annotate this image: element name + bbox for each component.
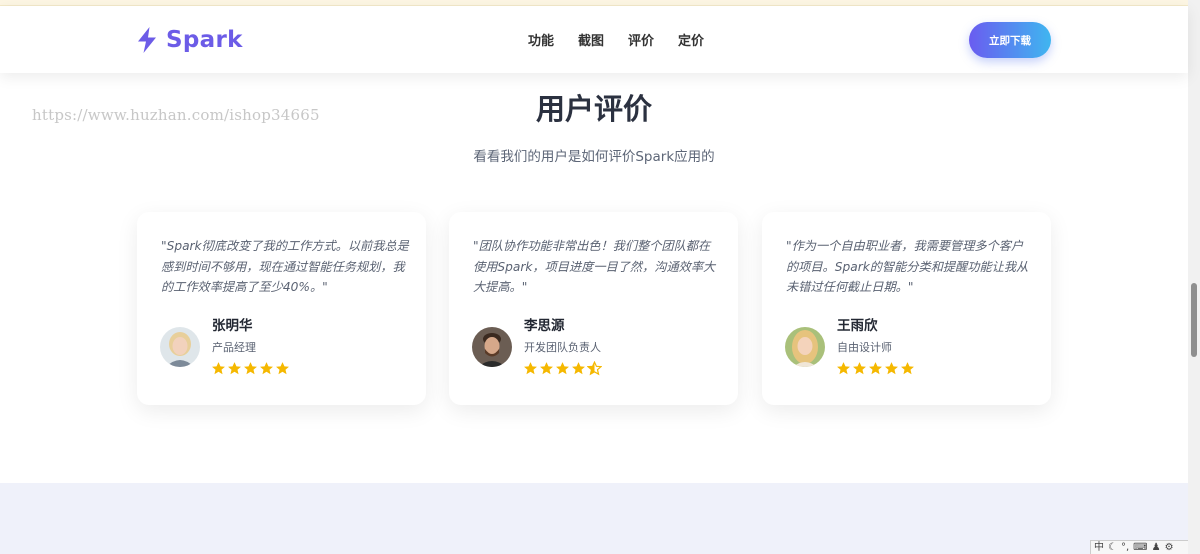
star-full-icon (869, 362, 882, 375)
star-full-icon (837, 362, 850, 375)
star-full-icon (572, 362, 585, 375)
settings-icon[interactable]: ⚙ (1165, 542, 1174, 554)
brand-name: Spark (166, 27, 243, 53)
testimonial-author-role: 自由设计师 (837, 341, 892, 354)
woman-long-blonde-avatar-icon (785, 327, 825, 367)
rating-stars (836, 361, 915, 376)
nav-link-screenshots[interactable]: 截图 (578, 30, 604, 49)
punctuation-icon[interactable]: °, (1121, 542, 1129, 554)
man-beard-avatar-icon (472, 327, 512, 367)
testimonial-card: "团队协作功能非常出色！我们整个团队都在使用Spark，项目进度一目了然，沟通效… (449, 212, 738, 405)
star-full-icon (276, 362, 289, 375)
testimonial-card: "Spark彻底改变了我的工作方式。以前我总是感到时间不够用，现在通过智能任务规… (137, 212, 426, 405)
brand-logo[interactable]: Spark (136, 26, 243, 54)
testimonial-author-name: 王雨欣 (837, 318, 878, 334)
star-full-icon (556, 362, 569, 375)
woman-short-blonde-avatar-icon (160, 327, 200, 367)
testimonial-quote: "团队协作功能非常出色！我们整个团队都在使用Spark，项目进度一目了然，沟通效… (473, 239, 716, 294)
nav-menu: 功能 截图 评价 定价 (528, 30, 704, 49)
star-full-icon (901, 362, 914, 375)
testimonial-author-name: 李思源 (524, 318, 565, 334)
star-full-icon (885, 362, 898, 375)
testimonial-author-name: 张明华 (212, 318, 253, 334)
ime-indicator[interactable]: 中 (1094, 542, 1104, 554)
star-full-icon (524, 362, 537, 375)
star-full-icon (228, 362, 241, 375)
watermark-url: https://www.huzhan.com/ishop34665 (32, 106, 320, 124)
star-half-icon (587, 361, 602, 376)
moon-icon[interactable]: ☾ (1108, 542, 1117, 554)
page-scrollbar[interactable] (1188, 0, 1200, 554)
testimonial-quote: "Spark彻底改变了我的工作方式。以前我总是感到时间不够用，现在通过智能任务规… (161, 239, 409, 294)
rating-stars (523, 361, 602, 376)
star-full-icon (540, 362, 553, 375)
star-full-icon (260, 362, 273, 375)
testimonial-card: "作为一个自由职业者，我需要管理多个客户的项目。Spark的智能分类和提醒功能让… (762, 212, 1051, 405)
nav-link-pricing[interactable]: 定价 (678, 30, 704, 49)
section-subtitle: 看看我们的用户是如何评价Spark应用的 (473, 149, 715, 165)
nav-link-reviews[interactable]: 评价 (628, 30, 654, 49)
star-full-icon (244, 362, 257, 375)
scrollbar-thumb[interactable] (1191, 283, 1197, 357)
star-full-icon (212, 362, 225, 375)
user-icon[interactable]: ♟ (1152, 542, 1161, 554)
lightning-bolt-icon (138, 27, 156, 53)
navbar: Spark 功能 截图 评价 定价 立即下载 (0, 6, 1188, 73)
download-now-button[interactable]: 立即下载 (969, 22, 1051, 58)
testimonial-author-role: 开发团队负责人 (524, 341, 601, 354)
system-tray: 中 ☾ °, ⌨ ♟ ⚙ (1090, 540, 1188, 554)
keyboard-icon[interactable]: ⌨ (1133, 542, 1147, 554)
testimonial-quote: "作为一个自由职业者，我需要管理多个客户的项目。Spark的智能分类和提醒功能让… (786, 239, 1029, 294)
nav-link-features[interactable]: 功能 (528, 30, 554, 49)
testimonial-author-role: 产品经理 (212, 341, 256, 354)
next-section-background (0, 483, 1188, 554)
rating-stars (211, 361, 290, 376)
star-full-icon (853, 362, 866, 375)
